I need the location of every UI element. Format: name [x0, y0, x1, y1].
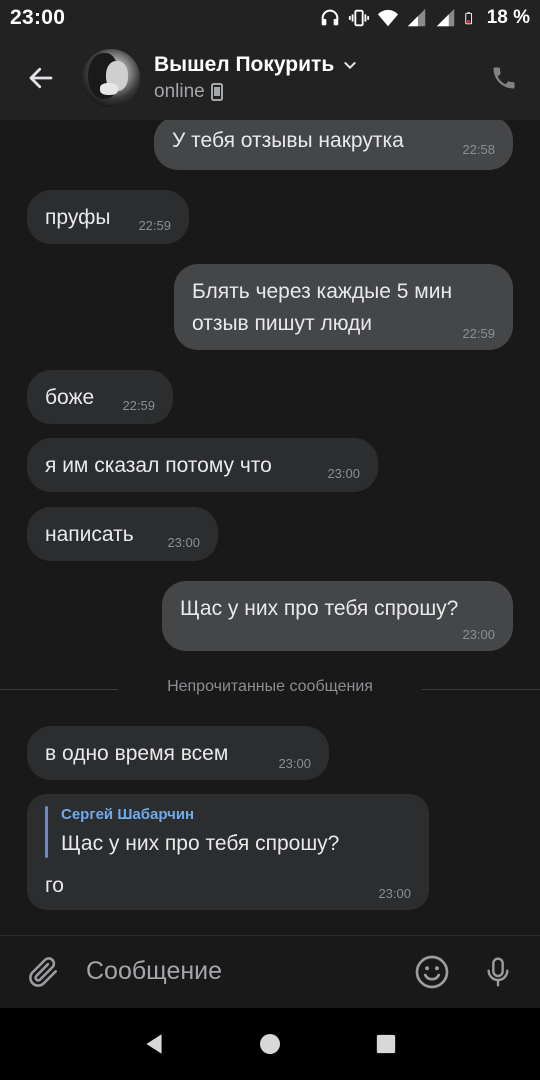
signal-icon: [407, 8, 425, 27]
message-bubble[interactable]: Щас у них про тебя спрошу? 23:00: [162, 581, 513, 651]
message-text: в одно время всем: [45, 742, 229, 765]
square-recent-icon: [376, 1034, 396, 1054]
message-text: У тебя отзывы накрутка: [172, 129, 404, 152]
message-bubble[interactable]: написать 23:00: [27, 507, 218, 561]
wifi-icon: [377, 9, 398, 27]
signal-icon-2: [436, 8, 454, 27]
message-bubble[interactable]: в одно время всем 23:00: [27, 726, 329, 780]
message-list[interactable]: У тебя отзывы накрутка 22:58 пруфы 22:59…: [0, 120, 540, 935]
message-bubble[interactable]: У тебя отзывы накрутка 22:58: [154, 120, 513, 170]
reply-quote-text: Щас у них про тебя спрошу?: [61, 832, 340, 855]
message-text-line-2: отзыв пишут люди: [192, 312, 372, 335]
battery-icon: [464, 12, 472, 25]
back-button[interactable]: [0, 36, 82, 120]
chevron-down-icon: [344, 62, 356, 70]
message-input[interactable]: [86, 943, 396, 1000]
message-time: 23:00: [327, 466, 360, 481]
chat-header: Вышел Покурить online: [0, 36, 540, 120]
message-text: Щас у них про тебя спрошу?: [180, 597, 459, 620]
unread-divider-label: Непрочитанные сообщения: [167, 678, 373, 695]
status-bar: 23:00 18 %: [0, 0, 540, 36]
message-time: 23:00: [378, 886, 411, 901]
message-text: я им сказал потому что: [45, 454, 272, 477]
circle-home-icon: [260, 1034, 280, 1054]
status-time: 23:00: [10, 6, 66, 29]
message-time: 22:58: [462, 142, 495, 157]
mobile-icon: [210, 83, 223, 101]
reply-bar: [45, 806, 48, 858]
battery-percent: 18 %: [486, 7, 530, 28]
voice-button[interactable]: [470, 936, 526, 1008]
call-button[interactable]: [468, 36, 540, 120]
online-status-text: online: [154, 81, 205, 102]
message-bubble[interactable]: пруфы 22:59: [27, 190, 189, 244]
message-text: написать: [45, 523, 134, 546]
headset-icon: [321, 9, 339, 26]
microphone-icon: [487, 956, 509, 987]
status-icons: 18 %: [319, 7, 530, 29]
message-time: 22:59: [138, 218, 171, 233]
vibrate-icon: [348, 9, 369, 27]
message-bubble[interactable]: Блять через каждые 5 мин отзыв пишут люд…: [174, 264, 513, 350]
arrow-left-icon: [29, 67, 53, 89]
message-text-line-1: Блять через каждые 5 мин: [192, 280, 453, 303]
message-text: го: [45, 874, 64, 897]
nav-home-button[interactable]: [240, 1014, 300, 1074]
chat-info[interactable]: Вышел Покурить online: [154, 53, 358, 103]
composer: [0, 935, 540, 1007]
phone-icon: [493, 67, 515, 89]
emoji-button[interactable]: [404, 936, 460, 1008]
nav-recent-button[interactable]: [356, 1014, 416, 1074]
chat-title: Вышел Покурить: [154, 53, 335, 76]
unread-divider: Непрочитанные сообщения: [0, 678, 540, 700]
reply-author[interactable]: Сергей Шабарчин: [61, 806, 194, 823]
triangle-back-icon: [146, 1034, 162, 1054]
reply-message-bubble[interactable]: Сергей Шабарчин Щас у них про тебя спрош…: [27, 794, 429, 910]
online-status: online: [154, 81, 358, 103]
message-time: 23:00: [278, 756, 311, 771]
smile-icon: [415, 955, 449, 988]
nav-back-button[interactable]: [124, 1014, 184, 1074]
attach-button[interactable]: [0, 936, 86, 1008]
message-bubble[interactable]: боже 22:59: [27, 370, 173, 424]
message-text: пруфы: [45, 206, 111, 229]
message-time: 23:00: [167, 535, 200, 550]
message-bubble[interactable]: я им сказал потому что 23:00: [27, 438, 378, 492]
paperclip-icon: [29, 956, 58, 987]
system-nav-bar: [0, 1008, 540, 1080]
message-text: боже: [45, 386, 95, 409]
message-time: 22:59: [462, 326, 495, 341]
avatar[interactable]: [82, 49, 140, 107]
message-time: 23:00: [462, 627, 495, 642]
message-time: 22:59: [122, 398, 155, 413]
